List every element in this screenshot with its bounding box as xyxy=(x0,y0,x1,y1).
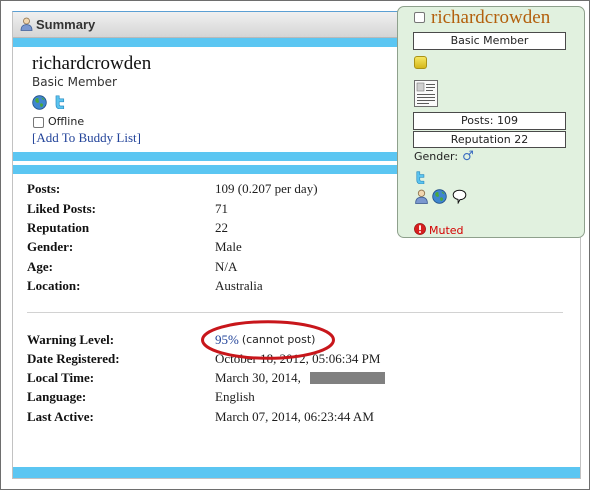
user-icon[interactable] xyxy=(414,189,429,204)
popup-username-link[interactable]: richardcrowden xyxy=(431,7,550,29)
profile-username: richardcrowden xyxy=(32,53,152,74)
popup-user-title: Basic Member xyxy=(413,32,566,50)
detail-label: Last Active: xyxy=(27,408,94,424)
stat-row-age: Age: N/A xyxy=(27,257,567,276)
stat-value: 22 xyxy=(215,220,228,236)
detail-label: Warning Level: xyxy=(27,331,115,347)
summary-title: Summary xyxy=(36,17,96,32)
redaction-block xyxy=(309,371,385,384)
user-icon xyxy=(20,17,33,31)
vcard-icon xyxy=(414,80,438,107)
detail-label: Local Time: xyxy=(27,370,95,386)
stat-value: N/A xyxy=(215,258,238,274)
stat-label: Gender: xyxy=(27,239,74,255)
stat-label: Location: xyxy=(27,278,81,294)
globe-icon[interactable] xyxy=(32,95,47,110)
member-popup-card: richardcrowden Basic Member Posts: 109 R… xyxy=(397,6,585,238)
local-time-value: March 30, 2014, xyxy=(215,368,385,387)
muted-status: Muted xyxy=(429,224,464,237)
add-to-buddy-list-link[interactable]: [Add To Buddy List] xyxy=(32,130,141,146)
detail-value: March 07, 2014, 06:23:44 AM xyxy=(215,408,374,424)
detail-row-language: Language: English xyxy=(27,387,567,406)
detail-label: Language: xyxy=(27,389,87,405)
popup-posts-count: Posts: 109 xyxy=(413,112,566,130)
annotation-ellipse xyxy=(201,320,335,360)
stat-value: Australia xyxy=(215,278,263,294)
detail-row-local-time: Local Time: March 30, 2014, xyxy=(27,368,567,387)
popup-gender: Gender: ♂ xyxy=(414,150,474,164)
detail-row-last-active: Last Active: March 07, 2014, 06:23:44 AM xyxy=(27,407,567,426)
popup-gender-label: Gender: xyxy=(414,150,459,163)
speech-bubble-icon[interactable] xyxy=(452,189,467,204)
footer-strip xyxy=(13,467,580,478)
globe-icon[interactable] xyxy=(432,189,447,204)
popup-select-checkbox[interactable] xyxy=(414,12,425,23)
detail-value: English xyxy=(215,389,255,405)
select-user-checkbox[interactable] xyxy=(33,117,44,128)
stat-row-location: Location: Australia xyxy=(27,276,567,295)
warning-icon xyxy=(414,223,426,235)
stat-label: Age: xyxy=(27,258,53,274)
twitter-icon[interactable] xyxy=(53,95,67,109)
stat-label: Posts: xyxy=(27,181,61,197)
section-divider xyxy=(27,312,563,313)
stat-value: Male xyxy=(215,239,242,255)
online-status: Offline xyxy=(48,115,85,128)
stat-label: Liked Posts: xyxy=(27,200,96,216)
stat-row-gender: Gender: Male xyxy=(27,237,567,256)
male-icon: ♂ xyxy=(462,149,474,164)
twitter-icon[interactable] xyxy=(414,171,427,184)
profile-user-title: Basic Member xyxy=(32,75,117,89)
reputation-icon xyxy=(414,56,427,69)
stat-label: Reputation xyxy=(27,220,90,236)
popup-reputation: Reputation 22 xyxy=(413,131,566,148)
stat-value: 109 (0.207 per day) xyxy=(215,181,318,197)
detail-label: Date Registered: xyxy=(27,350,120,366)
detail-value: March 30, 2014, xyxy=(215,370,301,386)
stat-value: 71 xyxy=(215,200,228,216)
